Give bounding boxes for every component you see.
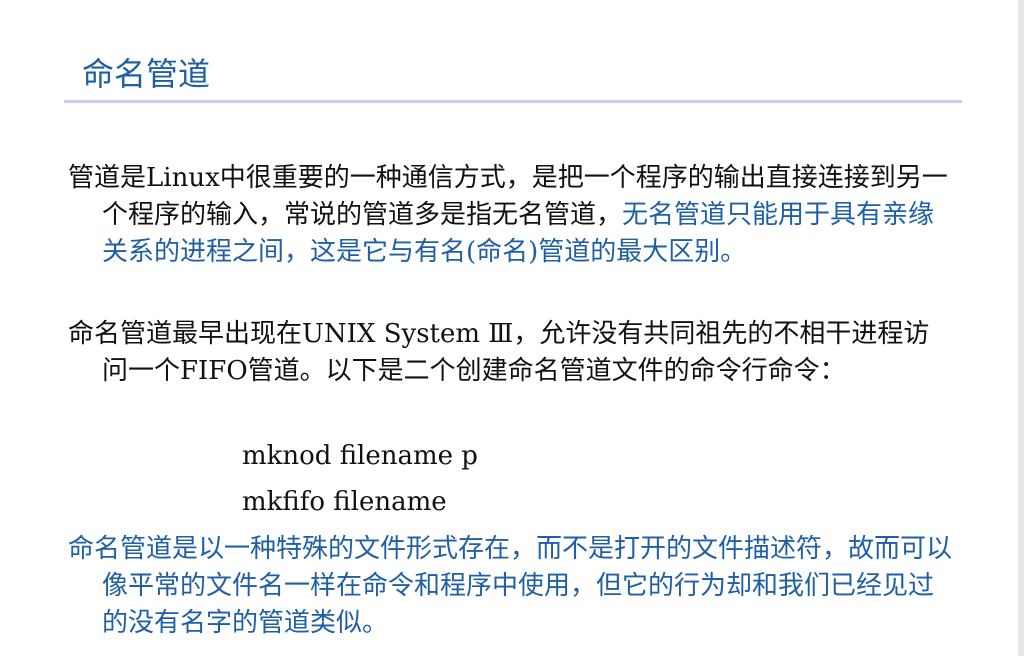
title-divider: [64, 100, 962, 103]
slide-edge: [1018, 0, 1024, 656]
paragraph-named-pipe-origin: 命名管道最早出现在UNIX System Ⅲ，允许没有共同祖先的不相干进程访问一…: [68, 319, 930, 386]
command-mkfifo: mkfifo filename: [242, 487, 447, 517]
slide: 命名管道 管道是Linux中很重要的一种通信方式，是把一个程序的输出直接连接到另…: [0, 0, 1024, 656]
slide-title: 命名管道: [82, 55, 211, 93]
command-mknod: mknod filename p: [242, 441, 478, 471]
paragraph-named-pipe-usage: 命名管道是以一种特殊的文件形式存在，而不是打开的文件描述符，故而可以像平常的文件…: [68, 534, 953, 638]
paragraph-pipe-intro: 管道是Linux中很重要的一种通信方式，是把一个程序的输出直接连接到另一个程序的…: [68, 160, 952, 271]
